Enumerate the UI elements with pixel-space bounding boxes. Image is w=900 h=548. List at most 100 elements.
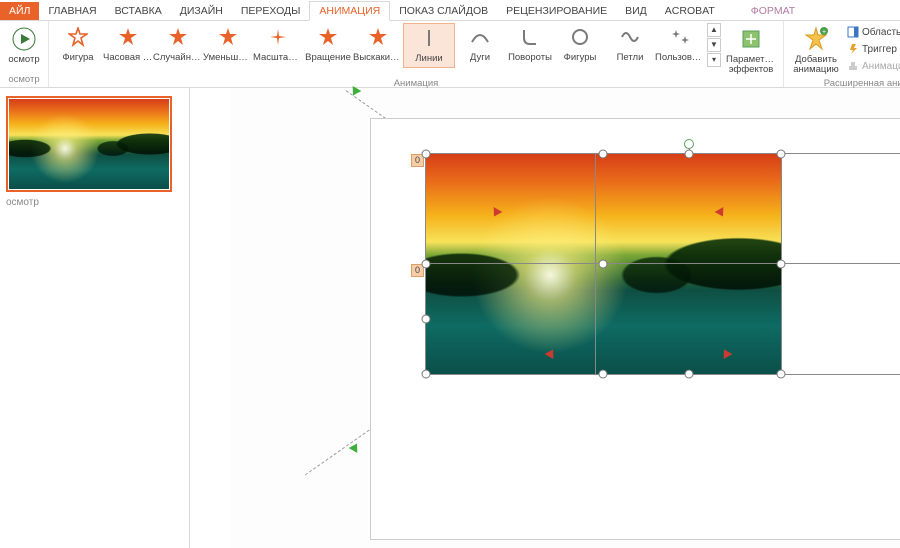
group-advanced-animation: + Добавить анимацию Область анимации Три… xyxy=(784,21,900,87)
effect-options-label: Параметры эффектов xyxy=(726,55,776,76)
resize-handle[interactable] xyxy=(685,150,694,159)
anim-zoom[interactable]: Масштабир... xyxy=(253,23,303,66)
ribbon: осмотр осмотр Фигура Часовая ст... Случа… xyxy=(0,21,900,88)
group-preview: осмотр осмотр xyxy=(0,21,49,87)
anim-label: Повороты xyxy=(508,52,552,63)
circle-icon xyxy=(569,26,591,48)
anim-label: Случайные... xyxy=(153,52,203,63)
resize-handle[interactable] xyxy=(777,150,786,159)
sparkle-icon xyxy=(267,26,289,48)
add-animation-label: Добавить анимацию xyxy=(791,55,841,76)
animation-painter-button[interactable]: Анимация по образцу xyxy=(847,58,900,74)
anim-spin[interactable]: Вращение xyxy=(303,23,353,66)
anim-turns[interactable]: Повороты xyxy=(505,23,555,66)
anim-clock[interactable]: Часовая ст... xyxy=(103,23,153,66)
star-icon xyxy=(167,26,189,48)
anim-label: Дуги xyxy=(470,52,490,63)
painter-icon xyxy=(847,60,859,72)
animation-painter-label: Анимация по образцу xyxy=(862,61,900,72)
animation-pane-label: Область анимации xyxy=(862,27,900,38)
anim-shapes[interactable]: Фигуры xyxy=(555,23,605,66)
gallery-expand[interactable]: ▾ xyxy=(707,53,721,67)
group-animations: Фигура Часовая ст... Случайные... Уменьш… xyxy=(49,21,784,87)
anim-label: Часовая ст... xyxy=(103,52,153,63)
tab-format-contextual[interactable]: ФОРМАТ xyxy=(742,2,804,20)
anim-label: Уменьшени... xyxy=(203,52,253,63)
anim-label: Выскакива... xyxy=(353,52,403,63)
preview-button[interactable]: осмотр xyxy=(4,23,44,67)
pane-icon xyxy=(847,26,859,38)
anim-bounce[interactable]: Выскакива... xyxy=(353,23,403,66)
anim-label: Фигура xyxy=(62,52,93,63)
resize-handle[interactable] xyxy=(777,260,786,269)
trigger-label: Триггер xyxy=(862,44,897,55)
tab-design[interactable]: ДИЗАЙН xyxy=(171,2,232,20)
anim-label: Линии xyxy=(415,53,442,64)
anim-label: Петли xyxy=(617,52,644,63)
tab-review[interactable]: РЕЦЕНЗИРОВАНИЕ xyxy=(497,2,616,20)
slide[interactable]: 0 0 xyxy=(370,118,900,540)
trigger-icon xyxy=(847,43,859,55)
group-preview-label: осмотр xyxy=(4,74,44,87)
turn-icon xyxy=(519,26,541,48)
tab-home[interactable]: ГЛАВНАЯ xyxy=(39,2,105,20)
anim-loops[interactable]: Петли xyxy=(605,23,655,66)
anim-label: Масштабир... xyxy=(253,52,303,63)
add-animation-button[interactable]: + Добавить анимацию xyxy=(788,23,844,78)
tab-insert[interactable]: ВСТАВКА xyxy=(106,2,171,20)
slide-panel: осмотр xyxy=(0,88,190,548)
tab-transitions[interactable]: ПЕРЕХОДЫ xyxy=(232,2,310,20)
gallery-scroll-down[interactable]: ▼ xyxy=(707,38,721,52)
star-icon xyxy=(67,26,89,48)
slide-canvas[interactable]: 0 0 xyxy=(190,88,900,548)
line-icon xyxy=(418,27,440,49)
anim-shape[interactable]: Фигура xyxy=(53,23,103,66)
anim-random[interactable]: Случайные... xyxy=(153,23,203,66)
star-icon xyxy=(317,26,339,48)
resize-handle[interactable] xyxy=(599,370,608,379)
anim-shrink[interactable]: Уменьшени... xyxy=(203,23,253,66)
rotate-handle[interactable] xyxy=(684,139,694,149)
picture-object-strip[interactable] xyxy=(426,264,900,374)
resize-handle[interactable] xyxy=(777,370,786,379)
animation-gallery[interactable]: Фигура Часовая ст... Случайные... Уменьш… xyxy=(53,23,779,78)
star-icon xyxy=(367,26,389,48)
panel-title: осмотр xyxy=(6,197,183,208)
tab-file[interactable]: АЙЛ xyxy=(0,2,39,20)
svg-text:+: + xyxy=(822,29,826,36)
preview-label: осмотр xyxy=(8,55,39,65)
workspace: осмотр 0 0 xyxy=(0,88,900,548)
anim-lines[interactable]: Линии xyxy=(403,23,455,68)
resize-handle[interactable] xyxy=(422,370,431,379)
preview-icon xyxy=(10,25,38,53)
star-icon xyxy=(117,26,139,48)
tab-acrobat[interactable]: ACROBAT xyxy=(656,2,724,20)
resize-handle[interactable] xyxy=(599,150,608,159)
anim-arcs[interactable]: Дуги xyxy=(455,23,505,66)
resize-handle[interactable] xyxy=(422,150,431,159)
anim-label: Пользоват... xyxy=(655,52,705,63)
slide-thumbnail-image xyxy=(9,99,169,189)
animation-pane-button[interactable]: Область анимации xyxy=(847,24,900,40)
effect-options-icon xyxy=(737,25,765,53)
arc-icon xyxy=(469,26,491,48)
anim-custom[interactable]: Пользоват... xyxy=(655,23,705,66)
effect-options-button[interactable]: Параметры эффектов xyxy=(723,23,779,78)
anim-label: Фигуры xyxy=(564,52,597,63)
resize-handle[interactable] xyxy=(685,370,694,379)
add-animation-icon: + xyxy=(802,25,830,53)
loop-icon xyxy=(619,26,641,48)
star-icon xyxy=(217,26,239,48)
gallery-scroll-up[interactable]: ▲ xyxy=(707,23,721,37)
ribbon-tabs: АЙЛ ГЛАВНАЯ ВСТАВКА ДИЗАЙН ПЕРЕХОДЫ АНИМ… xyxy=(0,0,900,21)
resize-handle[interactable] xyxy=(422,315,431,324)
anim-label: Вращение xyxy=(305,52,351,63)
resize-handle[interactable] xyxy=(422,260,431,269)
tab-view[interactable]: ВИД xyxy=(616,2,656,20)
trigger-button[interactable]: Триггер▼ xyxy=(847,41,900,57)
slide-thumbnail-selected[interactable] xyxy=(6,96,172,192)
tab-animations[interactable]: АНИМАЦИЯ xyxy=(309,1,390,21)
sparkle-icon xyxy=(669,26,691,48)
resize-handle[interactable] xyxy=(599,260,608,269)
tab-slideshow[interactable]: ПОКАЗ СЛАЙДОВ xyxy=(390,2,497,20)
